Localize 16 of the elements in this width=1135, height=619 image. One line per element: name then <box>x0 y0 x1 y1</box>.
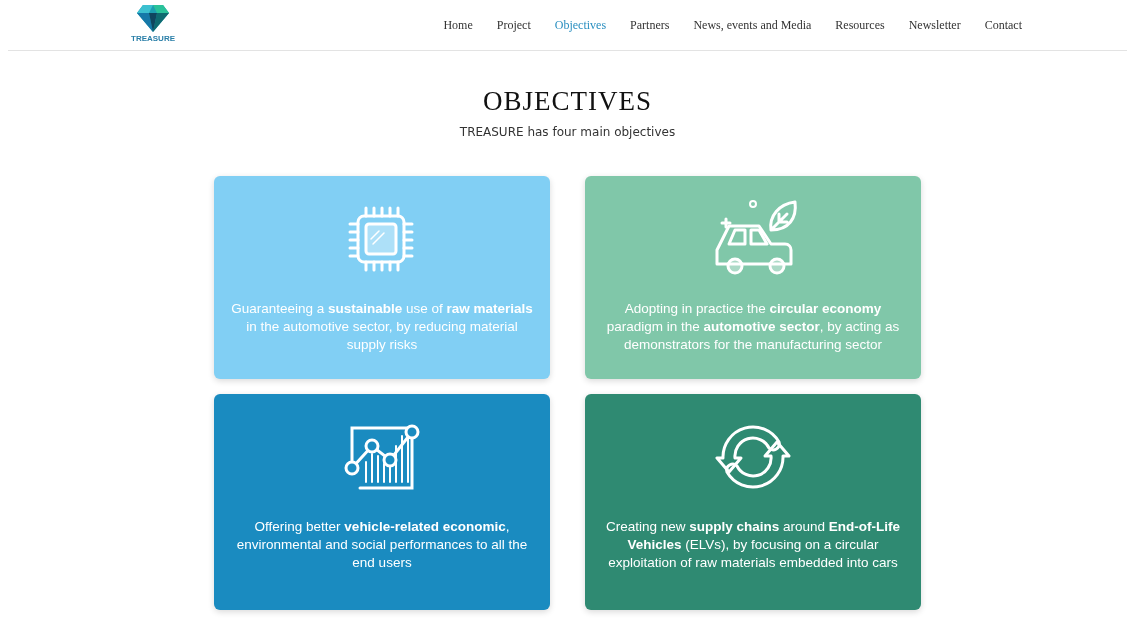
nav-link[interactable]: Contact <box>972 17 1034 33</box>
nav-link[interactable]: Objectives <box>542 17 619 33</box>
card-text: Offering better vehicle-related economic, environmental and social performances to all the end users <box>235 518 529 572</box>
diamond-logo-icon <box>136 3 170 33</box>
nav-link[interactable]: News, events and Media <box>681 17 824 33</box>
logo-text: TREASURE <box>131 34 175 43</box>
nav-link[interactable]: Partners <box>618 17 682 33</box>
nav-link[interactable]: Resources <box>823 17 897 33</box>
nav-link[interactable]: Home <box>431 17 485 33</box>
page-heading: OBJECTIVES <box>483 86 652 117</box>
card-text: Guaranteeing a sustainable use of raw materials in the automotive sector, by reducing material supply risks <box>230 300 534 354</box>
card-text: Adopting in practice the circular economy paradigm in the automotive sector, by acting as demonstrators for the manufacturing sector <box>605 300 901 354</box>
card-text: Creating new supply chains around End-of-Life Vehicles (ELVs), by focusing on a circular exploitation of raw materials embedded into cars <box>604 518 902 572</box>
nav-link[interactable]: Project <box>484 17 543 33</box>
page-subtitle: TREASURE has four main objectives <box>459 125 676 139</box>
nav-link[interactable]: Newsletter <box>896 17 973 33</box>
